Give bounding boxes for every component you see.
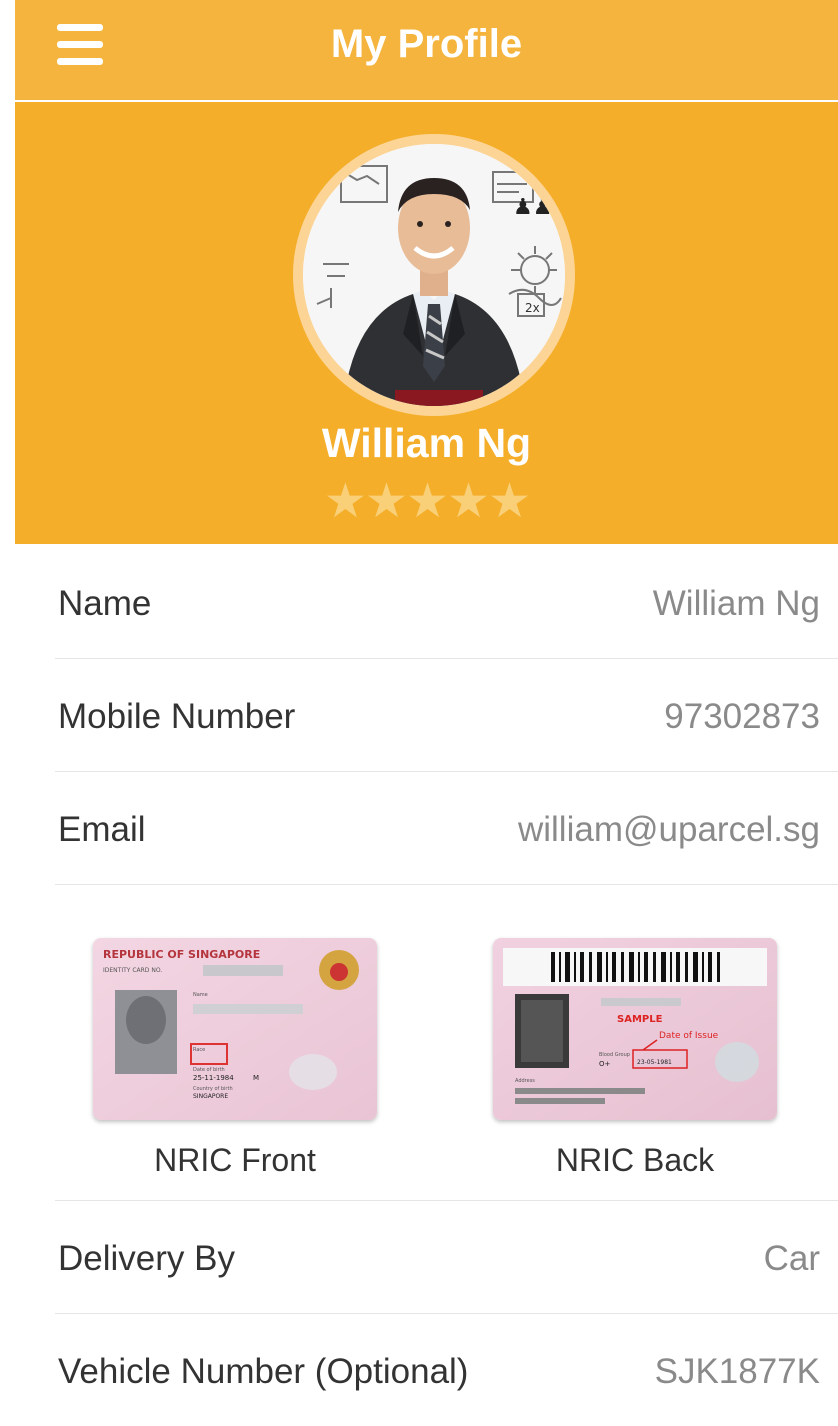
star-icon: ★ — [364, 475, 408, 528]
app-header: My Profile — [15, 0, 838, 100]
nric-back-image[interactable]: SAMPLE Date of Issue 23-05-1981 Blood Gr… — [493, 938, 777, 1120]
avatar[interactable]: ♟♟ 2x — [303, 144, 565, 406]
svg-text:Date of birth: Date of birth — [193, 1067, 225, 1073]
svg-text:Name: Name — [193, 992, 208, 998]
delivery-row[interactable]: Delivery By Car — [55, 1201, 838, 1314]
star-icon: ★ — [405, 475, 449, 528]
svg-text:Date of Issue: Date of Issue — [659, 1031, 719, 1041]
vehicle-value: SJK1877K — [654, 1352, 820, 1391]
email-label: Email — [58, 810, 146, 849]
svg-text:Country of birth: Country of birth — [193, 1086, 233, 1092]
svg-text:SAMPLE: SAMPLE — [617, 1014, 663, 1025]
nric-back[interactable]: SAMPLE Date of Issue 23-05-1981 Blood Gr… — [485, 938, 785, 1179]
svg-text:2x: 2x — [525, 301, 540, 315]
vehicle-label: Vehicle Number (Optional) — [58, 1352, 469, 1391]
svg-text:REPUBLIC OF SINGAPORE: REPUBLIC OF SINGAPORE — [103, 948, 260, 961]
svg-text:Blood Group: Blood Group — [599, 1052, 630, 1058]
avatar-ring: ♟♟ 2x — [293, 134, 575, 416]
svg-text:SINGAPORE: SINGAPORE — [193, 1093, 228, 1100]
profile-name: William Ng — [321, 420, 532, 466]
svg-text:23-05-1981: 23-05-1981 — [637, 1059, 672, 1066]
svg-text:M: M — [253, 1074, 259, 1082]
rating-stars: ★★★★★ — [15, 478, 838, 526]
nric-back-caption: NRIC Back — [555, 1142, 715, 1178]
vehicle-row[interactable]: Vehicle Number (Optional) SJK1877K — [55, 1314, 838, 1426]
nric-front-caption: NRIC Front — [154, 1142, 316, 1178]
star-icon: ★ — [323, 475, 367, 528]
star-icon: ★ — [488, 475, 531, 528]
svg-text:25-11-1984: 25-11-1984 — [193, 1074, 234, 1082]
svg-text:♟♟: ♟♟ — [513, 195, 552, 220]
name-row[interactable]: Name William Ng — [55, 546, 838, 659]
name-value: William Ng — [652, 584, 820, 623]
email-value: william@uparcel.sg — [517, 810, 820, 849]
nric-front-image[interactable]: REPUBLIC OF SINGAPORE IDENTITY CARD NO. … — [93, 938, 377, 1120]
mobile-row[interactable]: Mobile Number 97302873 — [55, 659, 838, 772]
svg-text:Address: Address — [515, 1078, 535, 1084]
svg-text:IDENTITY CARD NO.: IDENTITY CARD NO. — [103, 967, 162, 974]
svg-text:O+: O+ — [599, 1060, 611, 1068]
email-row[interactable]: Email william@uparcel.sg — [55, 772, 838, 885]
star-icon: ★ — [447, 475, 490, 528]
nric-front[interactable]: REPUBLIC OF SINGAPORE IDENTITY CARD NO. … — [85, 938, 385, 1179]
profile-hero: ♟♟ 2x William Ng ★★★★★ — [15, 102, 838, 544]
svg-text:Race: Race — [193, 1047, 205, 1053]
nric-documents: REPUBLIC OF SINGAPORE IDENTITY CARD NO. … — [55, 888, 838, 1201]
name-label: Name — [58, 584, 152, 623]
mobile-value: 97302873 — [664, 697, 820, 736]
delivery-value: Car — [763, 1239, 820, 1278]
page-title: My Profile — [330, 22, 523, 66]
mobile-label: Mobile Number — [58, 697, 296, 736]
delivery-label: Delivery By — [58, 1239, 235, 1278]
